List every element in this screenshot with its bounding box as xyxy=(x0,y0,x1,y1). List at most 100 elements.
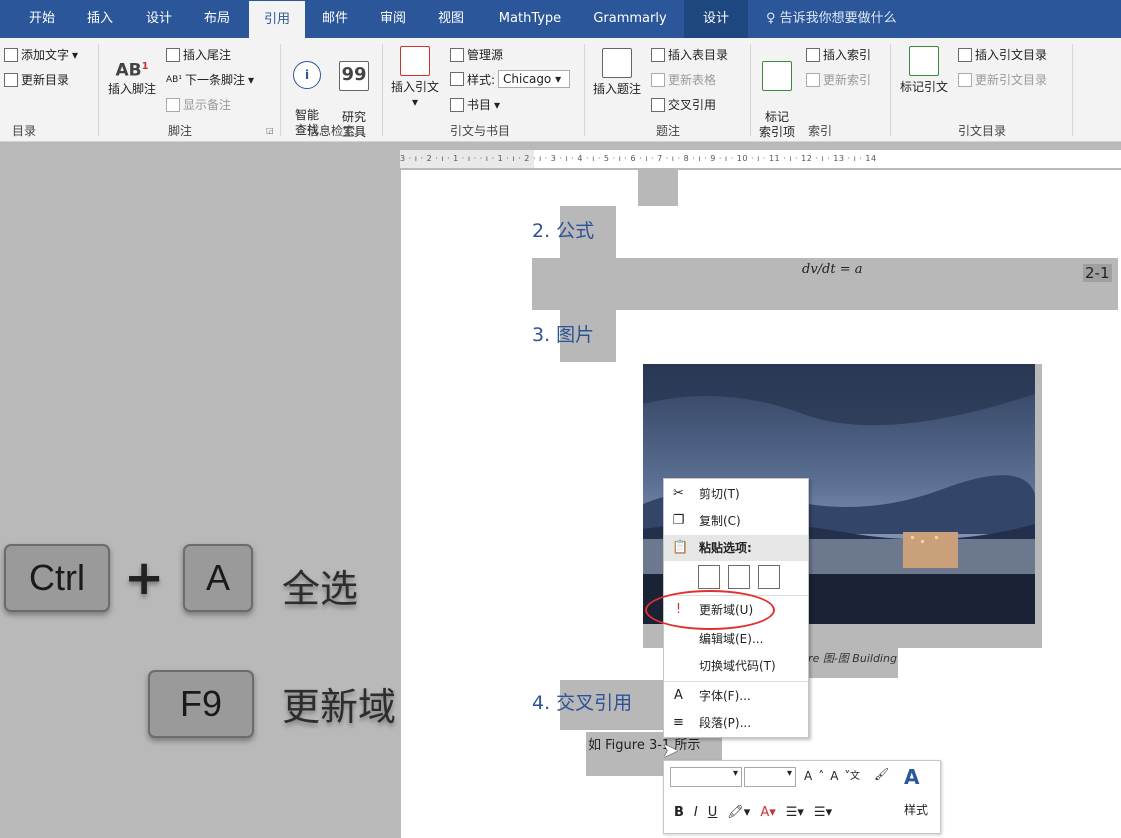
group-label-index: 索引 xyxy=(807,124,832,138)
insert-footnote-button[interactable]: AB1 插入脚注 xyxy=(103,52,161,97)
insert-caption-icon xyxy=(602,48,632,78)
menu-item-edit-field[interactable]: 编辑域(E)... xyxy=(664,626,808,652)
highlight-ellipse xyxy=(645,590,775,630)
paste-merge-format-icon[interactable] xyxy=(728,565,750,589)
heading-image: 3. 图片 xyxy=(532,324,595,346)
menu-item-font[interactable]: A 字体(F)... xyxy=(664,683,808,709)
tab-grammarly[interactable]: Grammarly xyxy=(582,0,678,38)
update-table-icon xyxy=(651,72,665,87)
highlight-color-icon[interactable]: 🖍▾ xyxy=(727,805,750,820)
style-selector[interactable]: 样式: Chicago ▾ xyxy=(450,70,571,88)
mark-citation-icon xyxy=(909,46,939,76)
grow-shrink-font-icons[interactable]: A˄A˅ xyxy=(804,769,856,783)
group-label-captions: 题注 xyxy=(655,124,680,138)
menu-item-paste-options: 📋 粘贴选项: xyxy=(664,535,808,561)
update-toa-icon xyxy=(958,72,972,87)
menu-item-cut[interactable]: ✂ 剪切(T) xyxy=(664,481,808,507)
style-icon xyxy=(450,72,464,86)
styles-label: 样式 xyxy=(904,803,929,817)
tell-me-box[interactable]: ♀ 告诉我你想要做什么 xyxy=(766,0,897,38)
group-label-research: 信息检索 xyxy=(306,124,355,138)
update-index-button[interactable]: 更新索引 xyxy=(806,71,871,88)
italic-button[interactable]: I xyxy=(694,805,698,820)
table-of-figures-icon xyxy=(651,47,665,62)
tab-references[interactable]: 引用 xyxy=(249,0,305,38)
dialog-launcher-icon[interactable]: ◲ xyxy=(266,126,274,135)
show-notes-icon xyxy=(166,97,180,112)
update-table-button[interactable]: 更新表格 xyxy=(651,71,716,88)
mark-entry-icon xyxy=(762,61,792,91)
scissors-icon: ✂ xyxy=(673,486,684,501)
group-label-toc: 目录 xyxy=(11,124,36,138)
heading-cross-reference: 4. 交叉引用 xyxy=(532,692,633,714)
mark-citation-button[interactable]: 标记引文 xyxy=(896,46,952,95)
manage-sources-button[interactable]: 管理源 xyxy=(450,46,503,63)
tab-design[interactable]: 设计 xyxy=(132,0,186,38)
tab-mathtype[interactable]: MathType xyxy=(484,0,576,38)
underline-button[interactable]: U xyxy=(708,805,718,820)
mini-toolbar: ▾ ▾ A˄A˅ 文 🖌 A 样式 B I U 🖍▾ A▾ ☰▾ ☰▾ xyxy=(663,760,941,834)
phonetic-guide-icon[interactable]: 文 xyxy=(850,767,860,782)
lightbulb-icon: ♀ xyxy=(766,11,780,26)
figure-caption: ire 图-图 Building xyxy=(805,652,897,665)
format-painter-icon[interactable]: 🖌 xyxy=(874,767,889,781)
manage-sources-icon xyxy=(450,47,464,62)
insert-caption-button[interactable]: 插入题注 xyxy=(588,48,646,97)
font-name-box[interactable]: ▾ xyxy=(670,767,742,787)
font-size-box[interactable]: ▾ xyxy=(744,767,796,787)
menu-item-copy[interactable]: ❐ 复制(C) xyxy=(664,508,808,534)
numbering-icon[interactable]: ☰▾ xyxy=(814,805,832,820)
menu-item-paragraph[interactable]: ≡ 段落(P)... xyxy=(664,710,808,736)
bold-button[interactable]: B xyxy=(674,805,684,820)
tab-view[interactable]: 视图 xyxy=(424,0,478,38)
tab-context-design[interactable]: 设计 xyxy=(684,0,748,38)
update-toc-button[interactable]: 更新目录 xyxy=(4,71,69,88)
ribbon-tab-bar: 开始 插入 设计 布局 引用 邮件 审阅 视图 MathType Grammar… xyxy=(0,0,1121,38)
ribbon: 添加文字 ▾ 更新目录 目录 AB1 插入脚注 插入尾注 AB¹ 下一条脚注 ▾ … xyxy=(0,38,1121,142)
mini-format-buttons: B I U 🖍▾ A▾ ☰▾ ☰▾ xyxy=(674,805,832,820)
equation-number: 2-1 xyxy=(1083,264,1112,282)
update-toa-button[interactable]: 更新引文目录 xyxy=(958,71,1047,88)
clipboard-icon: 📋 xyxy=(672,540,689,555)
add-text-button[interactable]: 添加文字 ▾ xyxy=(4,46,78,63)
bullets-icon[interactable]: ☰▾ xyxy=(786,805,804,820)
a-key: A xyxy=(183,544,253,612)
bibliography-button[interactable]: 书目 ▾ xyxy=(450,96,500,113)
heading-formula: 2. 公式 xyxy=(532,220,595,242)
ctrl-key: Ctrl xyxy=(4,544,110,612)
group-label-footnotes: 脚注 xyxy=(167,124,192,138)
tab-insert[interactable]: 插入 xyxy=(74,0,126,38)
paste-keep-format-icon[interactable] xyxy=(698,565,720,589)
style-dropdown[interactable]: Chicago ▾ xyxy=(498,70,571,88)
endnote-icon xyxy=(166,47,180,62)
next-footnote-icon: AB¹ xyxy=(166,74,182,85)
tab-home[interactable]: 开始 xyxy=(14,0,70,38)
insert-endnote-button[interactable]: 插入尾注 xyxy=(166,46,231,63)
cross-reference-button[interactable]: 交叉引用 xyxy=(651,96,716,113)
tell-me-text: 告诉我你想要做什么 xyxy=(779,11,897,26)
font-color-icon[interactable]: A▾ xyxy=(760,805,775,820)
menu-item-toggle-field-codes[interactable]: 切换域代码(T) xyxy=(664,653,808,679)
show-notes-button[interactable]: 显示备注 xyxy=(166,96,231,113)
tab-layout[interactable]: 布局 xyxy=(190,0,244,38)
insert-table-of-figures-button[interactable]: 插入表目录 xyxy=(651,46,728,63)
next-footnote-button[interactable]: AB¹ 下一条脚注 ▾ xyxy=(166,71,254,88)
copy-icon: ❐ xyxy=(672,513,685,528)
paste-option-buttons xyxy=(698,565,780,589)
horizontal-ruler[interactable]: 3 · ı · 2 · ı · 1 · ı · · ı · 1 · ı · 2 … xyxy=(400,150,1121,168)
ruler-ticks: 3 · ı · 2 · ı · 1 · ı · · ı · 1 · ı · 2 … xyxy=(400,154,877,163)
paragraph-icon: ≡ xyxy=(673,715,684,730)
insert-index-icon xyxy=(806,47,820,62)
tab-mailings[interactable]: 邮件 xyxy=(308,0,362,38)
tab-review[interactable]: 审阅 xyxy=(366,0,420,38)
insert-citation-button[interactable]: 插入引文 ▾ xyxy=(386,46,444,110)
group-label-toa: 引文目录 xyxy=(957,124,1006,138)
styles-icon[interactable]: A xyxy=(904,765,919,789)
font-icon: A xyxy=(674,688,683,703)
insert-toa-button[interactable]: 插入引文目录 xyxy=(958,46,1047,63)
paste-text-only-icon[interactable] xyxy=(758,565,780,589)
insert-index-button[interactable]: 插入索引 xyxy=(806,46,871,63)
insert-citation-icon xyxy=(400,46,430,76)
footnote-ab-icon: AB1 xyxy=(115,60,149,81)
group-label-citations: 引文与书目 xyxy=(449,124,510,138)
